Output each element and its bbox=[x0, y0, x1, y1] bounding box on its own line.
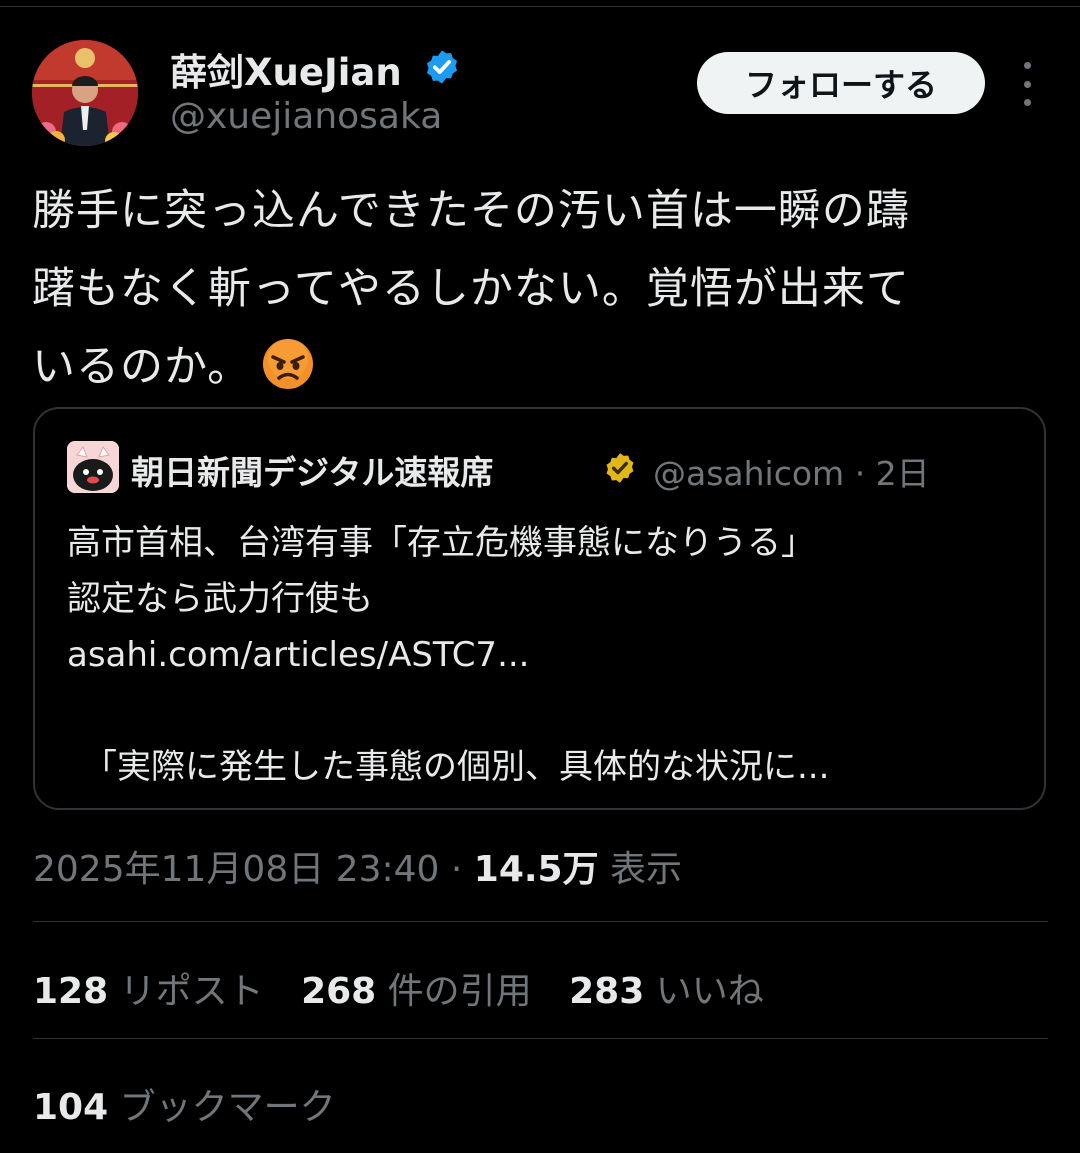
repost-count: 128 bbox=[33, 971, 109, 1012]
engagement-stats: 128 リポスト 268 件の引用 283 いいね bbox=[33, 962, 790, 1014]
like-count: 283 bbox=[569, 971, 645, 1012]
like-label: いいね bbox=[644, 971, 764, 1012]
tweet-line-last: いるのか。 bbox=[32, 328, 1042, 406]
more-horizontal-icon[interactable] bbox=[1012, 62, 1042, 106]
repost-stat[interactable]: 128 リポスト bbox=[33, 971, 264, 1012]
tweet-line: 勝手に突っ込んできたその汚い首は一瞬の躊 bbox=[32, 186, 910, 236]
angry-face-emoji bbox=[263, 339, 314, 389]
quoted-line: 認定なら武力行使も bbox=[67, 579, 373, 619]
bookmark-count: 104 bbox=[33, 1087, 109, 1128]
quoted-author-name[interactable]: 朝日新聞デジタル速報席 bbox=[131, 446, 493, 494]
author-handle[interactable]: @xuejianosaka bbox=[170, 96, 442, 137]
divider bbox=[33, 921, 1048, 922]
top-divider bbox=[0, 6, 1080, 7]
tweet-line: 躇もなく斬ってやるしかない。覚悟が出来て bbox=[32, 264, 910, 314]
view-count: 14.5万 bbox=[473, 849, 599, 890]
more-dot bbox=[1023, 80, 1031, 88]
divider bbox=[33, 1038, 1048, 1039]
quote-stat[interactable]: 268 件の引用 bbox=[301, 971, 532, 1012]
quoted-author-avatar[interactable] bbox=[67, 441, 119, 493]
tweet-text: 勝手に突っ込んできたその汚い首は一瞬の躊 躇もなく斬ってやるしかない。覚悟が出来… bbox=[32, 172, 1042, 406]
quote-count: 268 bbox=[301, 971, 377, 1012]
verified-badge-icon bbox=[426, 50, 458, 84]
quoted-link[interactable]: asahi.com/articles/ASTC7... bbox=[67, 627, 1027, 683]
follow-button[interactable]: フォローする bbox=[697, 52, 985, 114]
more-dot bbox=[1023, 62, 1031, 69]
quoted-line: 高市首相、台湾有事「存立危機事態になりうる」 bbox=[67, 523, 815, 563]
more-dot bbox=[1023, 99, 1031, 106]
quoted-author-handle[interactable]: @asahicom · 2日 bbox=[653, 447, 930, 495]
quoted-tweet-text: 高市首相、台湾有事「存立危機事態になりうる」 認定なら武力行使も asahi.c… bbox=[67, 515, 1027, 795]
author-avatar[interactable] bbox=[32, 40, 138, 146]
like-stat[interactable]: 283 いいね bbox=[569, 971, 764, 1012]
quoted-tweet-card[interactable]: 朝日新聞デジタル速報席 @asahicom · 2日 高市首相、台湾有事「存立危… bbox=[33, 407, 1046, 810]
bookmark-stat[interactable]: 104 ブックマーク bbox=[33, 1078, 336, 1130]
quoted-line-blank bbox=[67, 683, 1027, 739]
quote-label: 件の引用 bbox=[376, 971, 532, 1012]
quoted-line: 「実際に発生した事態の個別、具体的な状況に... bbox=[83, 747, 830, 787]
author-display-name[interactable]: 薛剑XueJian bbox=[170, 42, 402, 96]
tweet-meta: 2025年11月08日 23:40 · 14.5万 表示 bbox=[33, 840, 682, 892]
view-label: 表示 bbox=[598, 849, 683, 890]
tweet-line: いるのか。 bbox=[32, 342, 252, 392]
bookmark-label: ブックマーク bbox=[108, 1087, 336, 1128]
repost-label: リポスト bbox=[108, 971, 264, 1012]
timestamp[interactable]: 2025年11月08日 23:40 · bbox=[33, 849, 474, 890]
verified-org-badge-icon bbox=[606, 453, 634, 483]
